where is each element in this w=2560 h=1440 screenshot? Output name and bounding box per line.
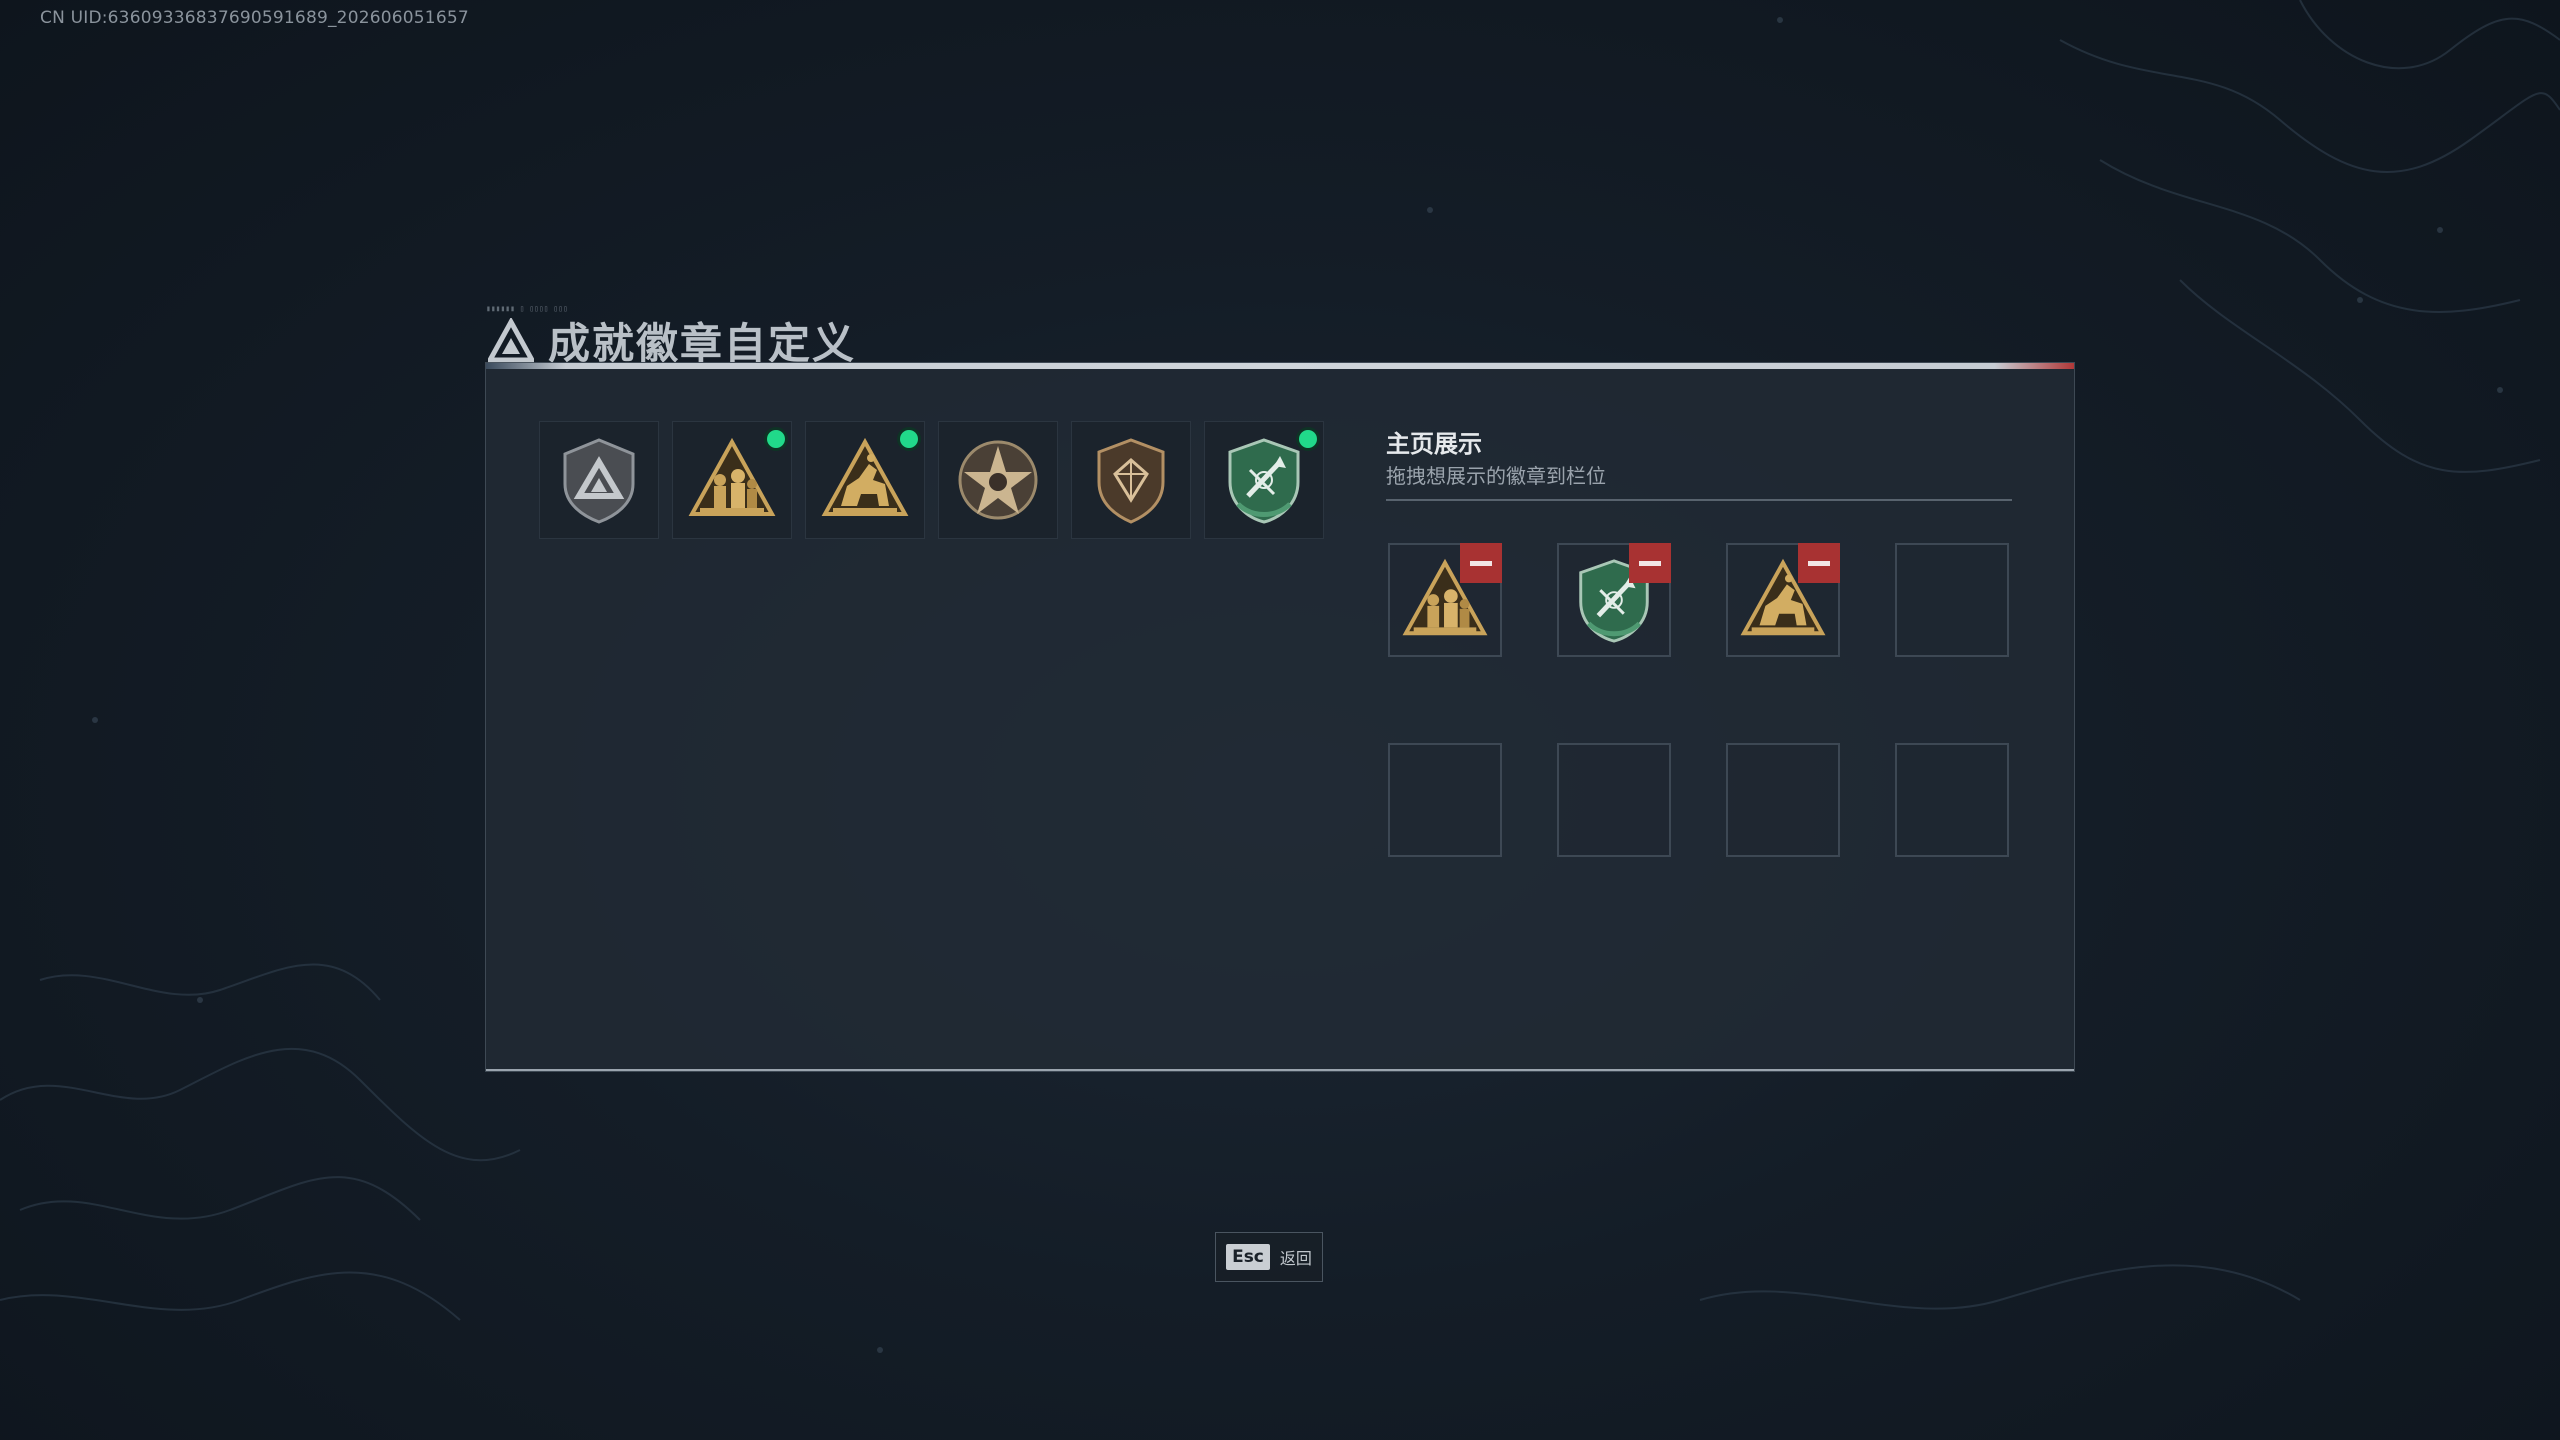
- showcase-subtitle: 拖拽想展示的徽章到栏位: [1386, 464, 1606, 488]
- uid-label: CN UID:63609336837690591689_202606051657: [40, 8, 469, 28]
- showcase-title: 主页展示: [1386, 430, 1482, 458]
- minus-icon: [1808, 560, 1830, 566]
- showcase-slot-4[interactable]: [1895, 543, 2009, 657]
- showcase-slot-1[interactable]: [1388, 543, 1502, 657]
- grey-shield-triangle-badge-icon: [563, 438, 635, 524]
- panel-bottom-border: [486, 1069, 2074, 1071]
- back-label: 返回: [1279, 1249, 1312, 1268]
- gold-triangle-horse-badge-icon: [821, 437, 909, 516]
- remove-badge-button[interactable]: [1629, 543, 1671, 583]
- inventory-badge-5[interactable]: [1071, 421, 1191, 539]
- bronze-star-skull-badge-icon: [958, 440, 1038, 520]
- showcase-slot-2[interactable]: [1557, 543, 1671, 657]
- showcase-slot-8[interactable]: [1895, 743, 2009, 857]
- inventory-badge-3[interactable]: [805, 421, 925, 539]
- minus-icon: [1639, 560, 1661, 566]
- badge-customization-panel: 主页展示 拖拽想展示的徽章到栏位: [485, 362, 2075, 1072]
- inventory-badge-6[interactable]: [1204, 421, 1324, 539]
- green-shield-arrows-badge-icon: [1228, 438, 1300, 524]
- new-indicator-dot: [1299, 430, 1317, 448]
- new-indicator-dot: [900, 430, 918, 448]
- remove-badge-button[interactable]: [1460, 543, 1502, 583]
- triangle-logo-icon: [488, 317, 534, 362]
- showcase-slot-5[interactable]: [1388, 743, 1502, 857]
- gold-triangle-soldiers-badge-icon: [688, 437, 776, 516]
- minus-icon: [1470, 560, 1492, 566]
- inventory-badge-2[interactable]: [672, 421, 792, 539]
- inventory-badge-4[interactable]: [938, 421, 1058, 539]
- showcase-slot-6[interactable]: [1557, 743, 1671, 857]
- inventory-badge-1[interactable]: [539, 421, 659, 539]
- bronze-shield-gem-badge-icon: [1097, 438, 1165, 524]
- esc-key-label: Esc: [1226, 1244, 1270, 1270]
- panel-top-border: [486, 363, 2074, 369]
- showcase-divider: [1386, 499, 2012, 501]
- back-button[interactable]: Esc 返回: [1215, 1232, 1323, 1282]
- remove-badge-button[interactable]: [1798, 543, 1840, 583]
- showcase-slot-3[interactable]: [1726, 543, 1840, 657]
- new-indicator-dot: [767, 430, 785, 448]
- showcase-slot-7[interactable]: [1726, 743, 1840, 857]
